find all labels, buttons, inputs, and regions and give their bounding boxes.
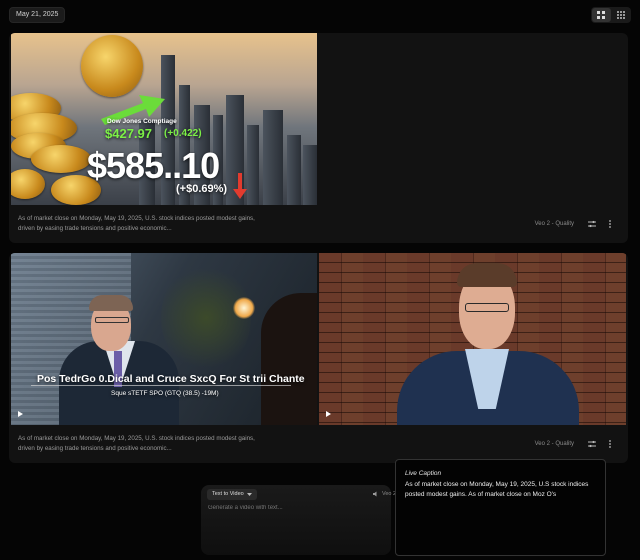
video-thumbnail[interactable] — [319, 253, 626, 425]
mode-label: Text to Video — [212, 491, 244, 497]
prompt-input[interactable] — [208, 505, 368, 511]
live-caption-panel: Live Caption As of market close on Monda… — [395, 459, 606, 556]
video-thumbnail[interactable]: Dow Jones Comptiage $427.97 (+0.422) $58… — [11, 33, 317, 205]
live-caption-title: Live Caption — [405, 470, 442, 477]
index-value: $427.97 — [105, 126, 152, 141]
video-caption: As of market close on Monday, May 19, 20… — [18, 215, 255, 232]
model-quality-label: Veo 2 - Quality — [534, 441, 574, 447]
grid-view-button[interactable] — [592, 8, 611, 22]
index-name: Dow Jones Comptiage — [107, 118, 177, 125]
edit-button[interactable] — [586, 218, 598, 230]
mode-select[interactable]: Text to Video — [207, 489, 257, 500]
play-icon[interactable] — [18, 411, 23, 417]
sliders-icon — [588, 440, 596, 448]
big-change: (+$0.69%) — [176, 183, 228, 195]
more-options-button[interactable] — [604, 438, 616, 450]
prompt-composer: Text to Video — [201, 485, 391, 555]
dense-grid-view-button[interactable] — [612, 8, 631, 22]
model-select[interactable]: Veo 2 — [373, 491, 396, 497]
down-arrow-icon — [233, 173, 247, 199]
play-icon[interactable] — [326, 411, 331, 417]
index-change: (+0.422) — [164, 128, 202, 139]
lower-third-headline: Pos TedrGo 0.Dical and Cruce SxcQ For St… — [37, 373, 305, 385]
live-caption-text: As of market close on Monday, May 19, 20… — [405, 481, 589, 498]
sliders-icon — [588, 220, 596, 228]
more-options-button[interactable] — [604, 218, 616, 230]
speaker-icon — [373, 491, 377, 497]
date-chip[interactable]: May 21, 2025 — [9, 7, 66, 23]
video-card: Pos TedrGo 0.Dical and Cruce SxcQ For St… — [9, 253, 628, 463]
video-card: Dow Jones Comptiage $427.97 (+0.422) $58… — [9, 33, 628, 243]
view-toggle[interactable] — [591, 7, 631, 23]
model-quality-label: Veo 2 - Quality — [534, 221, 574, 227]
dense-grid-icon — [616, 11, 625, 19]
lower-third-subline: Sque sTETF SPO (GTQ (38.5) -19M) — [111, 390, 219, 397]
grid-icon — [597, 11, 606, 19]
big-value: $585..10 — [87, 145, 220, 186]
video-thumbnail[interactable]: Pos TedrGo 0.Dical and Cruce SxcQ For St… — [11, 253, 317, 425]
more-vertical-icon — [609, 220, 611, 228]
video-caption: As of market close on Monday, May 19, 20… — [18, 435, 255, 452]
model-label: Veo 2 — [382, 491, 397, 497]
edit-button[interactable] — [586, 438, 598, 450]
more-vertical-icon — [609, 440, 611, 448]
chevron-down-icon — [246, 492, 252, 496]
